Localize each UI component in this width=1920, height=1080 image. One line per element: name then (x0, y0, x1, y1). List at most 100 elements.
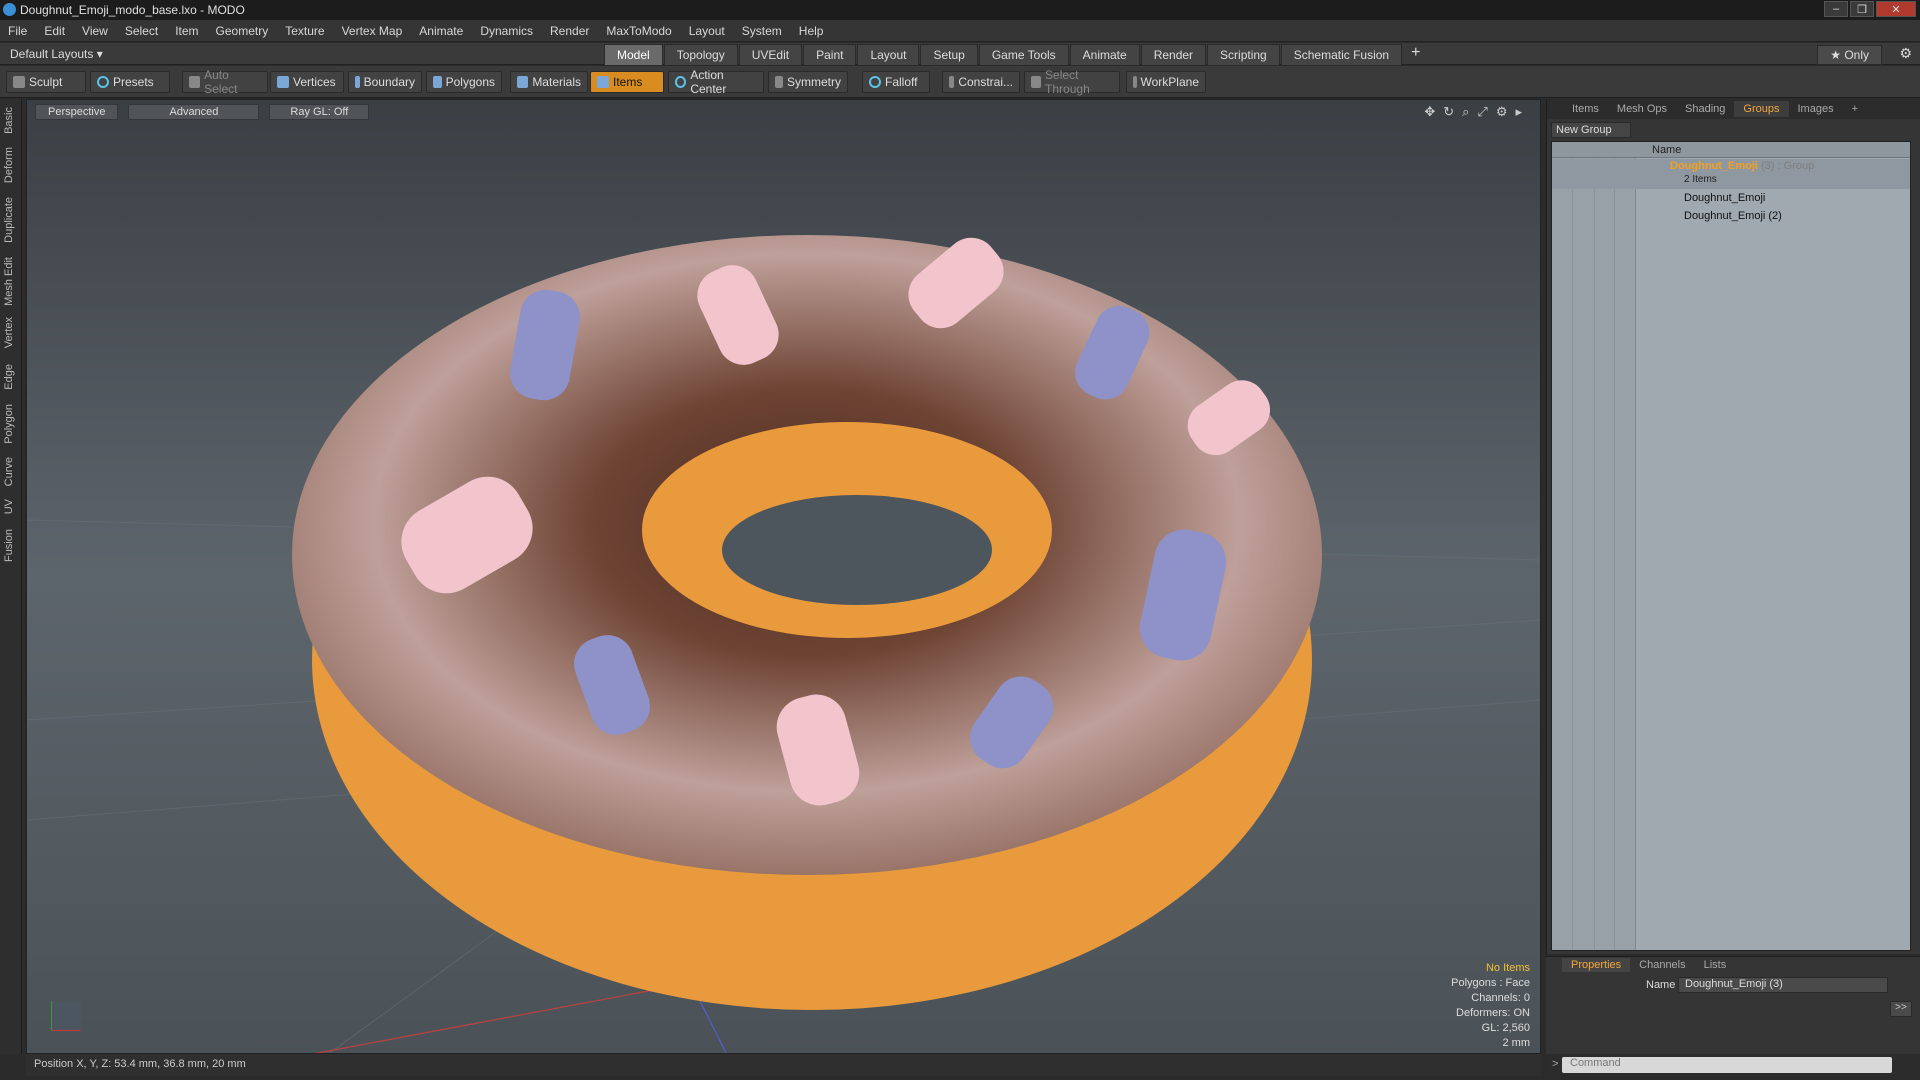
list-item[interactable]: Doughnut_Emoji (1684, 192, 1765, 208)
menu-select[interactable]: Select (125, 24, 158, 38)
menu-vertex-map[interactable]: Vertex Map (342, 24, 403, 38)
menu-dynamics[interactable]: Dynamics (480, 24, 533, 38)
properties-panel: Properties Channels Lists Name Doughnut_… (1546, 956, 1920, 1054)
menu-edit[interactable]: Edit (44, 24, 65, 38)
presets-button[interactable]: Presets (90, 71, 170, 93)
menu-system[interactable]: System (742, 24, 782, 38)
zoom-icon[interactable]: ⌕ (1462, 104, 1469, 120)
left-tab-deform[interactable]: Deform (3, 147, 15, 183)
only-toggle[interactable]: ★ Only (1817, 45, 1882, 65)
viewport-nav-icons: ✥ ↻ ⌕ ⤢ ⚙ ▸ (1424, 104, 1522, 120)
constraints-icon (949, 76, 955, 88)
menu-layout[interactable]: Layout (689, 24, 725, 38)
pan-icon[interactable]: ✥ (1424, 104, 1435, 120)
menu-item[interactable]: Item (175, 24, 198, 38)
tab-paint[interactable]: Paint (803, 44, 857, 66)
tab-scripting[interactable]: Scripting (1207, 44, 1280, 66)
tab-model[interactable]: Model (604, 44, 663, 66)
tab-layout[interactable]: Layout (857, 44, 920, 66)
left-tool-tabs: Basic Deform Duplicate Mesh Edit Vertex … (0, 99, 22, 1054)
gear-icon[interactable]: ⚙ (1899, 45, 1912, 62)
menu-maxtomodo[interactable]: MaxToModo (606, 24, 671, 38)
tab-mesh-ops[interactable]: Mesh Ops (1608, 101, 1676, 117)
vertices-button[interactable]: Vertices (270, 71, 344, 93)
menu-help[interactable]: Help (799, 24, 824, 38)
tab-lists[interactable]: Lists (1695, 958, 1736, 972)
tab-topology[interactable]: Topology (663, 44, 738, 66)
layout-bar: Default Layouts ▾ Model Topology UVEdit … (0, 43, 1920, 66)
3d-viewport[interactable]: Perspective Advanced Ray GL: Off ✥ ↻ ⌕ ⤢… (26, 99, 1541, 1054)
tab-schematic-fusion[interactable]: Schematic Fusion (1280, 44, 1403, 66)
tab-uvedit[interactable]: UVEdit (738, 44, 803, 66)
left-tab-vertex[interactable]: Vertex (3, 317, 15, 348)
materials-button[interactable]: Materials (510, 71, 588, 93)
maximize-button[interactable]: ❐ (1850, 1, 1874, 17)
left-tab-fusion[interactable]: Fusion (3, 529, 15, 562)
expand-button[interactable]: >> (1890, 1001, 1912, 1017)
auto-select-button[interactable]: Auto Select (182, 68, 268, 96)
falloff-button[interactable]: Falloff (862, 71, 930, 93)
title-bar: Doughnut_Emoji_modo_base.lxo - MODO – ❐ … (0, 0, 1920, 20)
workplane-button[interactable]: WorkPlane (1126, 71, 1206, 93)
constraints-button[interactable]: Constrai... (942, 71, 1020, 93)
advanced-dropdown[interactable]: Advanced (128, 104, 260, 120)
close-button[interactable]: ✕ (1876, 1, 1916, 17)
tab-channels[interactable]: Channels (1630, 958, 1694, 972)
tab-setup[interactable]: Setup (920, 44, 978, 66)
left-tab-edge[interactable]: Edge (3, 364, 15, 390)
symmetry-button[interactable]: Symmetry (768, 71, 848, 93)
layout-tabs: Model Topology UVEdit Paint Layout Setup… (604, 44, 1429, 66)
tab-properties[interactable]: Properties (1562, 958, 1631, 972)
select-through-button[interactable]: Select Through (1024, 68, 1120, 96)
name-field[interactable]: Doughnut_Emoji (3) (1678, 977, 1888, 993)
items-button[interactable]: Items (590, 71, 664, 93)
tab-animate[interactable]: Animate (1069, 44, 1140, 66)
auto-select-icon (189, 76, 201, 88)
sculpt-button[interactable]: Sculpt (6, 71, 86, 93)
left-tab-polygon[interactable]: Polygon (3, 404, 15, 444)
polygons-button[interactable]: Polygons (426, 71, 502, 93)
tab-images[interactable]: Images (1789, 101, 1843, 117)
action-center-button[interactable]: Action Center (668, 68, 764, 96)
visibility-columns (1552, 142, 1636, 950)
menu-render[interactable]: Render (550, 24, 589, 38)
add-panel-tab-button[interactable]: + (1843, 101, 1867, 117)
menu-texture[interactable]: Texture (285, 24, 324, 38)
name-label: Name (1646, 979, 1676, 991)
boundary-button[interactable]: Boundary (348, 71, 422, 93)
tab-game-tools[interactable]: Game Tools (978, 44, 1069, 66)
window-controls: – ❐ ✕ (1824, 1, 1916, 17)
fit-icon[interactable]: ⤢ (1477, 104, 1487, 120)
symmetry-icon (775, 76, 783, 88)
list-item[interactable]: Doughnut_Emoji (2) (1684, 210, 1782, 226)
minimize-button[interactable]: – (1824, 1, 1848, 17)
left-tab-curve[interactable]: Curve (3, 457, 15, 486)
menu-view[interactable]: View (82, 24, 108, 38)
left-tab-mesh-edit[interactable]: Mesh Edit (3, 257, 15, 306)
menu-file[interactable]: File (8, 24, 27, 38)
add-tab-button[interactable]: + (1403, 44, 1428, 66)
new-group-button[interactable]: New Group (1551, 122, 1631, 138)
info-deformers: Deformers: ON (1456, 1007, 1530, 1019)
axis-gizmo (51, 1001, 81, 1031)
perspective-dropdown[interactable]: Perspective (35, 104, 119, 120)
left-tab-duplicate[interactable]: Duplicate (3, 197, 15, 243)
left-tab-basic[interactable]: Basic (3, 107, 15, 134)
viewport-arrow-icon[interactable]: ▸ (1515, 104, 1522, 120)
viewport-info: No Items Polygons : Face Channels: 0 Def… (1451, 961, 1530, 1051)
tab-groups[interactable]: Groups (1734, 101, 1789, 117)
tab-shading[interactable]: Shading (1676, 101, 1734, 117)
command-input[interactable]: Command (1562, 1057, 1892, 1073)
select-through-icon (1031, 76, 1042, 88)
raygl-toggle[interactable]: Ray GL: Off (269, 104, 370, 120)
rotate-icon[interactable]: ↻ (1443, 104, 1454, 120)
default-layouts-dropdown[interactable]: Default Layouts ▾ (10, 47, 103, 61)
menu-geometry[interactable]: Geometry (216, 24, 269, 38)
tab-render[interactable]: Render (1140, 44, 1207, 66)
doughnut-hole (722, 495, 992, 605)
viewport-gear-icon[interactable]: ⚙ (1496, 104, 1508, 120)
workplane-icon (1133, 76, 1137, 88)
tab-items[interactable]: Items (1563, 101, 1608, 117)
left-tab-uv[interactable]: UV (3, 499, 15, 514)
menu-animate[interactable]: Animate (419, 24, 463, 38)
